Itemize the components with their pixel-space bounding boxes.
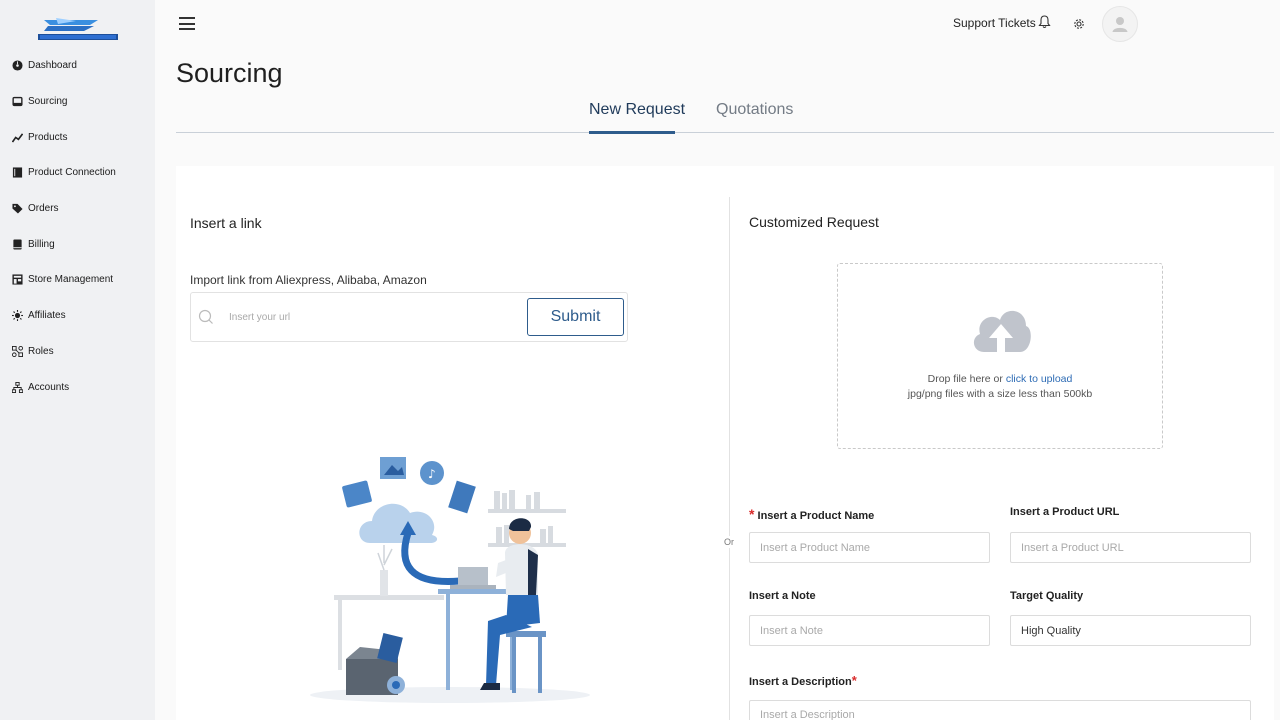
tabs-divider (176, 132, 1274, 133)
upload-hint: jpg/png files with a size less than 500k… (907, 388, 1093, 400)
click-to-upload-link[interactable]: click to upload (1006, 373, 1073, 385)
active-tab-indicator (589, 131, 675, 134)
bell-icon[interactable] (1038, 15, 1051, 29)
customized-request-title: Customized Request (749, 214, 879, 230)
url-input[interactable] (229, 308, 509, 326)
support-tickets-link[interactable]: Support Tickets (953, 16, 1036, 30)
roles-icon (12, 345, 23, 357)
import-link-label: Import link from Aliexpress, Alibaba, Am… (190, 273, 427, 287)
product-name-label-text: Insert a Product Name (757, 510, 875, 522)
hamburger-line (179, 17, 195, 19)
sidebar: Dashboard Sourcing Products Product Conn… (0, 0, 155, 720)
upload-instructions: Drop file here or click to upload (838, 373, 1162, 385)
user-avatar[interactable] (1102, 6, 1138, 42)
page-title: Sourcing (176, 58, 283, 88)
section-divider (729, 197, 730, 720)
product-url-input[interactable] (1010, 532, 1251, 563)
file-upload-dropzone[interactable]: Drop file here or click to upload jpg/pn… (837, 263, 1163, 449)
hamburger-line (179, 22, 195, 25)
user-icon (1112, 17, 1128, 32)
submit-button[interactable]: Submit (527, 298, 624, 336)
sidebar-item-label: Billing (28, 238, 55, 250)
required-mark: * (749, 506, 755, 522)
upload-text: Drop file here or (927, 373, 1003, 385)
note-input[interactable] (749, 615, 990, 646)
sidebar-item-label: Accounts (28, 381, 70, 393)
dashboard-icon (12, 60, 23, 71)
product-name-input[interactable] (749, 532, 990, 563)
sidebar-item-orders[interactable]: Orders (0, 191, 155, 227)
sidebar-item-dashboard[interactable]: Dashboard (0, 48, 155, 84)
svg-text:♪: ♪ (428, 467, 436, 481)
sidebar-item-store-management[interactable]: Store Management (0, 262, 155, 298)
required-mark: * (851, 673, 857, 688)
insert-link-title: Insert a link (190, 215, 262, 231)
product-name-label: * Insert a Product Name (749, 506, 874, 522)
target-quality-input[interactable] (1010, 615, 1251, 646)
sidebar-item-billing[interactable]: Billing (0, 226, 155, 262)
chart-line-icon (12, 132, 23, 143)
hamburger-line (179, 28, 195, 30)
sidebar-item-roles[interactable]: Roles (0, 334, 155, 370)
sidebar-item-label: Affiliates (28, 310, 66, 322)
billing-book-icon (12, 239, 23, 250)
sidebar-item-sourcing[interactable]: Sourcing (0, 84, 155, 120)
tab-quotations[interactable]: Quotations (716, 101, 793, 119)
sidebar-item-label: Sourcing (28, 96, 68, 108)
description-input[interactable] (749, 700, 1251, 720)
sourcing-illustration: ♪ (300, 445, 600, 707)
sidebar-item-products[interactable]: Products (0, 119, 155, 155)
sidebar-item-label: Products (28, 131, 68, 143)
store-icon (12, 274, 23, 286)
speedfulfill-logo[interactable] (36, 16, 120, 42)
tab-new-request[interactable]: New Request (589, 101, 685, 119)
or-separator: Or (724, 536, 734, 548)
network-icon (12, 381, 23, 393)
sidebar-item-label: Orders (28, 203, 59, 215)
book-icon (12, 167, 23, 178)
gear-icon[interactable] (1073, 17, 1085, 29)
sidebar-item-label: Roles (28, 345, 54, 357)
menu-toggle-button[interactable] (179, 17, 195, 31)
description-label: Insert a Description* (749, 673, 857, 688)
inbox-icon (12, 96, 23, 107)
cloud-upload-icon (970, 302, 1032, 358)
product-url-label: Insert a Product URL (1010, 506, 1120, 518)
note-label: Insert a Note (749, 590, 816, 602)
sidebar-nav: Dashboard Sourcing Products Product Conn… (0, 48, 155, 405)
tag-icon (12, 203, 23, 214)
sun-icon (12, 310, 23, 322)
sidebar-item-affiliates[interactable]: Affiliates (0, 298, 155, 334)
sidebar-item-label: Dashboard (28, 60, 77, 72)
sidebar-item-label: Product Connection (28, 167, 116, 179)
description-label-text: Insert a Description (749, 676, 852, 688)
target-quality-label: Target Quality (1010, 590, 1084, 602)
sidebar-item-label: Store Management (28, 274, 114, 286)
url-input-group: Submit (190, 292, 628, 342)
sidebar-item-accounts[interactable]: Accounts (0, 369, 155, 405)
sidebar-item-product-connection[interactable]: Product Connection (0, 155, 155, 191)
search-icon (198, 309, 214, 325)
